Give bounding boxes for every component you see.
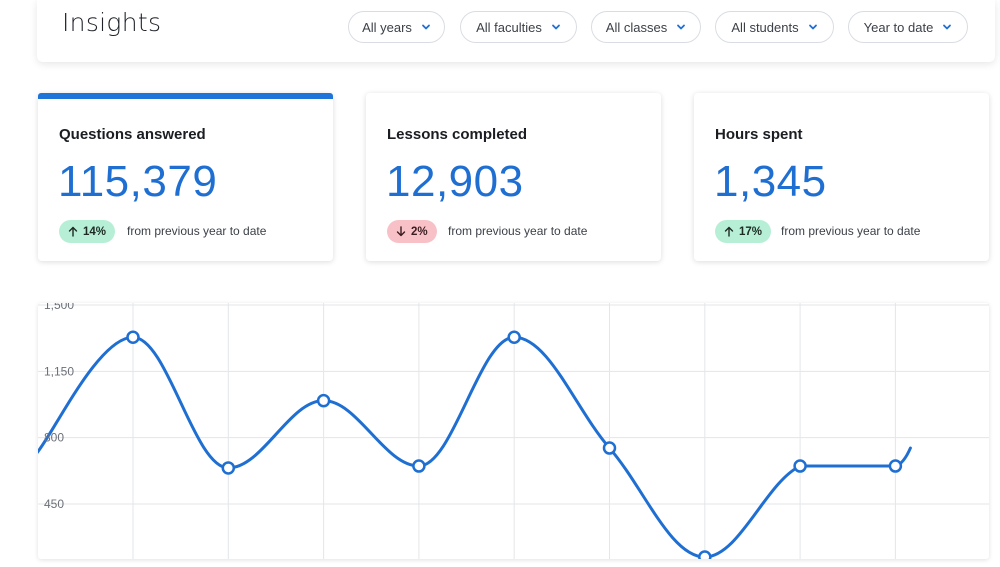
arrow-up-icon xyxy=(724,226,734,237)
delta-badge: 17% xyxy=(715,220,772,243)
card-value: 115,379 xyxy=(58,157,218,206)
chevron-down-icon xyxy=(551,24,560,30)
delta-value: 17% xyxy=(739,225,763,238)
page-title: Insights xyxy=(62,8,162,37)
filter-period-dropdown[interactable]: Year to date xyxy=(848,11,968,43)
card-title: Lessons completed xyxy=(387,126,528,143)
data-point xyxy=(221,461,236,475)
y-tick-label: 450 xyxy=(44,497,64,511)
chevron-down-icon xyxy=(677,24,686,30)
delta-value: 14% xyxy=(83,225,107,238)
delta-badge: 14% xyxy=(59,220,116,243)
arrow-down-icon xyxy=(396,226,406,237)
series-line xyxy=(35,335,912,559)
top-bar: Insights All years All faculties All cla… xyxy=(37,0,995,62)
line-chart: 1,500 1,150 800 450 xyxy=(35,298,989,564)
arrow-up-icon xyxy=(68,226,78,237)
filter-students-dropdown[interactable]: All students xyxy=(715,11,834,43)
filter-years-dropdown[interactable]: All years xyxy=(348,11,445,43)
card-title: Hours spent xyxy=(715,126,803,143)
card-value: 1,345 xyxy=(714,157,827,206)
line-chart-panel: 1,500 1,150 800 450 xyxy=(35,298,989,564)
y-tick-label: 800 xyxy=(44,431,64,445)
data-point xyxy=(602,441,617,455)
y-tick-label: 1,150 xyxy=(44,364,74,378)
delta-note: from previous year to date xyxy=(127,224,267,238)
data-point xyxy=(316,393,331,408)
data-point xyxy=(888,459,903,473)
delta-note: from previous year to date xyxy=(448,224,588,238)
stat-card-hours[interactable]: Hours spent 1,345 17% from previous year… xyxy=(694,93,989,261)
filter-faculties-label: All faculties xyxy=(476,19,542,35)
filter-classes-dropdown[interactable]: All classes xyxy=(591,11,701,43)
delta-badge: 2% xyxy=(387,220,437,243)
delta-note: from previous year to date xyxy=(781,224,921,238)
chevron-down-icon xyxy=(422,24,430,30)
filter-classes-label: All classes xyxy=(605,19,668,35)
filter-years-label: All years xyxy=(362,19,412,35)
delta-value: 2% xyxy=(411,225,428,238)
data-point xyxy=(698,550,712,564)
y-tick-label: 1,500 xyxy=(44,303,74,312)
data-point xyxy=(793,459,807,473)
chevron-down-icon xyxy=(943,24,952,30)
stat-card-questions[interactable]: Questions answered 115,379 14% from prev… xyxy=(38,93,333,261)
data-point xyxy=(412,459,426,473)
data-point xyxy=(126,330,140,344)
card-title: Questions answered xyxy=(59,126,206,143)
filter-students-label: All students xyxy=(731,19,799,35)
filter-faculties-dropdown[interactable]: All faculties xyxy=(460,11,577,43)
filter-period-label: Year to date xyxy=(863,19,934,35)
stat-card-lessons[interactable]: Lessons completed 12,903 2% from previou… xyxy=(366,93,661,261)
data-point xyxy=(507,330,521,344)
chevron-down-icon xyxy=(808,24,817,30)
card-value: 12,903 xyxy=(386,157,524,206)
